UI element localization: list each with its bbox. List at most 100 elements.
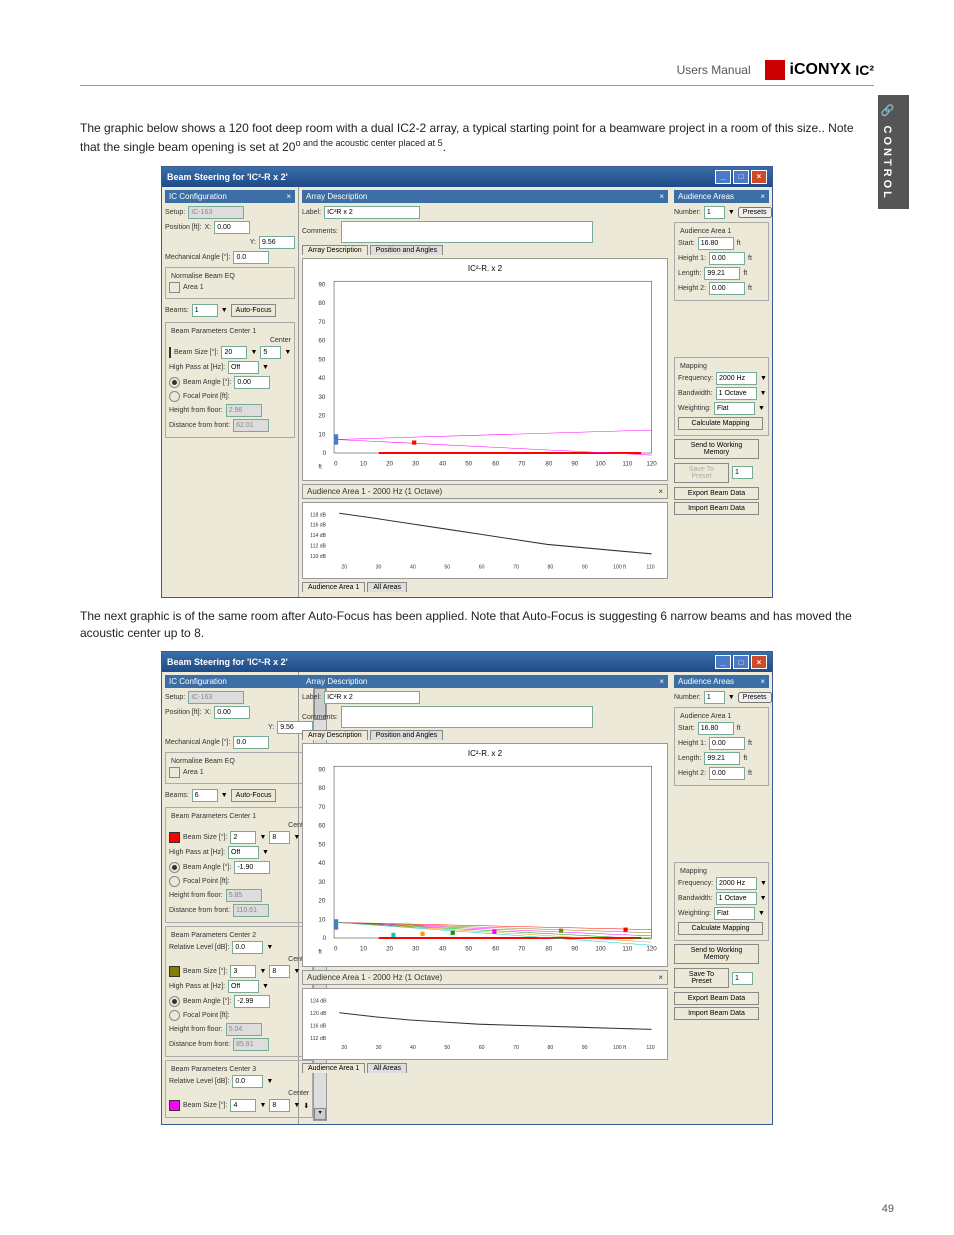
beamsize3-input[interactable] <box>230 1099 256 1112</box>
beam-color-swatch[interactable] <box>169 966 180 977</box>
import-beam-button[interactable]: Import Beam Data <box>674 1007 759 1020</box>
pane-close-icon[interactable]: × <box>658 487 663 496</box>
start-input[interactable] <box>698 722 734 735</box>
mech-angle-input[interactable] <box>233 251 269 264</box>
beam-color-swatch[interactable] <box>169 1100 180 1111</box>
bandwidth-select[interactable] <box>716 892 757 905</box>
autofocus-button[interactable]: Auto-Focus <box>231 789 277 802</box>
titlebar[interactable]: Beam Steering for 'IC²-R x 2' _ □ × <box>162 652 772 672</box>
autofocus-button[interactable]: Auto-Focus <box>231 304 277 317</box>
focalpoint2-radio[interactable] <box>169 1010 180 1021</box>
bandwidth-select[interactable] <box>716 387 757 400</box>
svg-text:90: 90 <box>582 565 588 571</box>
beamsize2-input[interactable] <box>230 965 256 978</box>
ic-configuration-pane: IC Configuration× Setup: Position [ft]:X… <box>162 672 299 1124</box>
close-icon[interactable]: × <box>751 655 767 669</box>
tab-array-description[interactable]: Array Description <box>302 245 368 255</box>
mech-angle-input[interactable] <box>233 736 269 749</box>
calculate-mapping-button[interactable]: Calculate Mapping <box>678 922 763 935</box>
highpass-select[interactable] <box>228 846 259 859</box>
pane-close-icon[interactable]: × <box>760 677 765 686</box>
tab-audience-area-1[interactable]: Audience Area 1 <box>302 1063 365 1073</box>
center-input[interactable] <box>269 831 290 844</box>
label-input[interactable] <box>324 206 420 219</box>
label-input[interactable] <box>324 691 420 704</box>
weighting-select[interactable] <box>714 907 755 920</box>
presets-button[interactable]: Presets <box>738 692 772 703</box>
highpass2-select[interactable] <box>228 980 259 993</box>
height1-input[interactable] <box>709 252 745 265</box>
comments-textarea[interactable] <box>341 706 593 728</box>
import-beam-button[interactable]: Import Beam Data <box>674 502 759 515</box>
focalpoint-radio[interactable] <box>169 876 180 887</box>
preset-num-input[interactable] <box>732 972 753 985</box>
beams-input[interactable] <box>192 789 218 802</box>
send-working-memory-button[interactable]: Send to Working Memory <box>674 944 759 964</box>
beam-color-swatch[interactable] <box>169 347 171 358</box>
height2-input[interactable] <box>709 282 745 295</box>
tab-position-angles[interactable]: Position and Angles <box>370 245 444 255</box>
weighting-select[interactable] <box>714 402 755 415</box>
rel-level-input[interactable] <box>232 941 263 954</box>
minimize-icon[interactable]: _ <box>715 655 731 669</box>
beamangle-radio[interactable] <box>169 377 180 388</box>
beamsize-input[interactable] <box>230 831 256 844</box>
calculate-mapping-button[interactable]: Calculate Mapping <box>678 417 763 430</box>
pane-close-icon[interactable]: × <box>286 192 291 201</box>
pane-close-icon[interactable]: × <box>760 192 765 201</box>
height1-input[interactable] <box>709 737 745 750</box>
beamsize-input[interactable] <box>221 346 247 359</box>
height2-input[interactable] <box>709 767 745 780</box>
pos-y-input[interactable] <box>259 236 295 249</box>
pos-x-input[interactable] <box>214 706 250 719</box>
save-preset-button[interactable]: Save To Preset <box>674 463 729 483</box>
freq-select[interactable] <box>716 372 757 385</box>
comments-textarea[interactable] <box>341 221 593 243</box>
beamangle-input[interactable] <box>234 861 270 874</box>
focalpoint-radio[interactable] <box>169 391 180 402</box>
setup-select[interactable] <box>188 691 244 704</box>
beamangle2-radio[interactable] <box>169 996 180 1007</box>
beams-input[interactable] <box>192 304 218 317</box>
number-input[interactable] <box>704 206 725 219</box>
presets-button[interactable]: Presets <box>738 207 772 218</box>
preset-num-input[interactable] <box>732 466 753 479</box>
titlebar[interactable]: Beam Steering for 'IC²-R x 2' _ □ × <box>162 167 772 187</box>
start-input[interactable] <box>698 237 734 250</box>
pane-close-icon[interactable]: × <box>658 973 663 982</box>
pos-x-input[interactable] <box>214 221 250 234</box>
length-input[interactable] <box>704 752 740 765</box>
center-input[interactable] <box>260 346 281 359</box>
send-working-memory-button[interactable]: Send to Working Memory <box>674 439 759 459</box>
beamangle-input[interactable] <box>234 376 270 389</box>
tab-all-areas[interactable]: All Areas <box>367 1063 407 1073</box>
spl-chart: 118 dB116 dB114 dB112 dB110 dB 203040506… <box>302 502 668 578</box>
maximize-icon[interactable]: □ <box>733 655 749 669</box>
freq-select[interactable] <box>716 877 757 890</box>
pane-close-icon[interactable]: × <box>659 192 664 201</box>
export-beam-button[interactable]: Export Beam Data <box>674 487 759 500</box>
tab-all-areas[interactable]: All Areas <box>367 582 407 592</box>
area1-checkbox[interactable] <box>169 767 180 778</box>
beamangle-radio[interactable] <box>169 862 180 873</box>
number-input[interactable] <box>704 691 725 704</box>
rel-level3-input[interactable] <box>232 1075 263 1088</box>
beam-color-swatch[interactable] <box>169 832 180 843</box>
maximize-icon[interactable]: □ <box>733 170 749 184</box>
pane-close-icon[interactable]: × <box>659 677 664 686</box>
length-input[interactable] <box>704 267 740 280</box>
minimize-icon[interactable]: _ <box>715 170 731 184</box>
tab-audience-area-1[interactable]: Audience Area 1 <box>302 582 365 592</box>
beamangle2-input[interactable] <box>234 995 270 1008</box>
save-preset-button[interactable]: Save To Preset <box>674 968 729 988</box>
center3-input[interactable] <box>269 1099 290 1112</box>
highpass-select[interactable] <box>228 361 259 374</box>
export-beam-button[interactable]: Export Beam Data <box>674 992 759 1005</box>
center2-input[interactable] <box>269 965 290 978</box>
area1-checkbox[interactable] <box>169 282 180 293</box>
tab-array-description[interactable]: Array Description <box>302 730 368 740</box>
dist-front-input <box>233 904 269 917</box>
setup-select[interactable] <box>188 206 244 219</box>
tab-position-angles[interactable]: Position and Angles <box>370 730 444 740</box>
close-icon[interactable]: × <box>751 170 767 184</box>
